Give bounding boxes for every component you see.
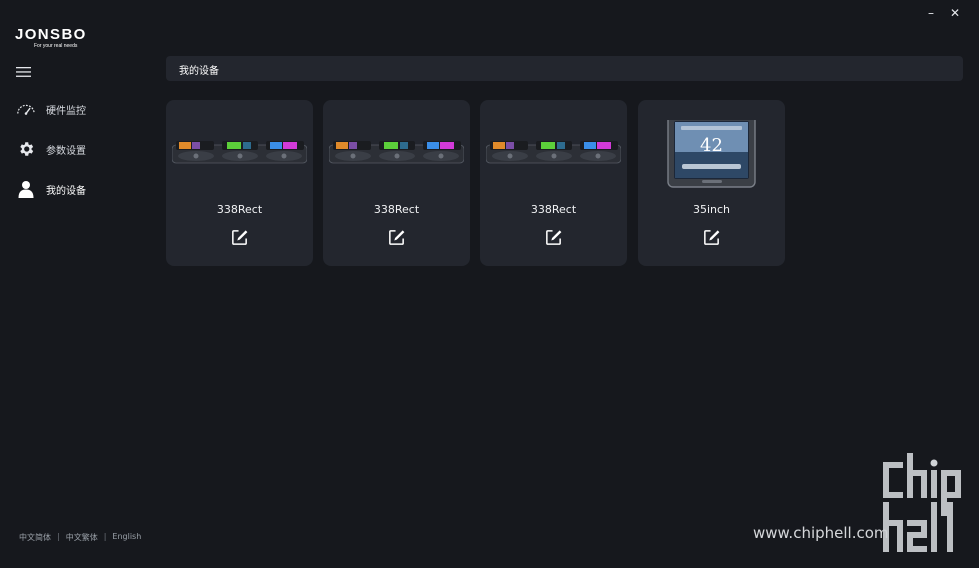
lang-simplified-chinese[interactable]: 中文简体: [19, 532, 51, 543]
device-card[interactable]: 338Rect: [323, 100, 470, 266]
display-device-image: 42: [644, 114, 779, 190]
lang-english[interactable]: English: [112, 532, 141, 543]
screen-value: 42: [700, 135, 723, 156]
gpu-device-image: [171, 120, 308, 190]
sidebar-item-my-devices[interactable]: 我的设备: [16, 177, 136, 201]
watermark-logo: [880, 452, 966, 553]
page-header: 我的设备: [166, 56, 963, 81]
watermark-text: www.chiphell.com: [753, 524, 889, 542]
minimize-button[interactable]: –: [925, 6, 937, 20]
lang-separator: |: [57, 532, 60, 541]
close-button[interactable]: ✕: [949, 6, 961, 20]
window-controls: – ✕: [925, 6, 961, 20]
sidebar-item-hardware-monitor[interactable]: 硬件监控: [16, 97, 136, 121]
hamburger-icon[interactable]: [16, 63, 32, 77]
edit-icon[interactable]: [702, 228, 721, 247]
sidebar-item-label: 硬件监控: [46, 105, 86, 117]
lang-separator: |: [103, 532, 107, 541]
device-card[interactable]: 42 35inch: [638, 100, 785, 266]
sidebar-item-settings[interactable]: 参数设置: [16, 137, 136, 161]
device-name: 338Rect: [216, 203, 263, 216]
gear-icon: [16, 139, 36, 159]
user-icon: [16, 179, 36, 199]
device-card[interactable]: 338Rect: [480, 100, 627, 266]
sidebar-item-label: 我的设备: [46, 185, 86, 197]
brand-tagline: For your real needs: [34, 43, 78, 49]
gpu-device-image: [485, 120, 622, 190]
edit-icon[interactable]: [230, 228, 249, 247]
brand-logo: JONSBO For your real needs: [15, 27, 95, 51]
language-switcher: 中文简体 | 中文繁体 | English: [19, 532, 141, 543]
sidebar-item-label: 参数设置: [46, 145, 86, 157]
lang-traditional-chinese[interactable]: 中文繁体: [66, 532, 98, 543]
speedometer-icon: [16, 99, 36, 119]
device-name: 35inch: [692, 203, 731, 216]
brand-name: JONSBO: [15, 26, 87, 43]
gpu-device-image: [328, 120, 465, 190]
device-card[interactable]: 338Rect: [166, 100, 313, 266]
device-name: 338Rect: [530, 203, 577, 216]
device-name: 338Rect: [373, 203, 420, 216]
edit-icon[interactable]: [387, 228, 406, 247]
edit-icon[interactable]: [544, 228, 563, 247]
page-title: 我的设备: [179, 66, 219, 77]
